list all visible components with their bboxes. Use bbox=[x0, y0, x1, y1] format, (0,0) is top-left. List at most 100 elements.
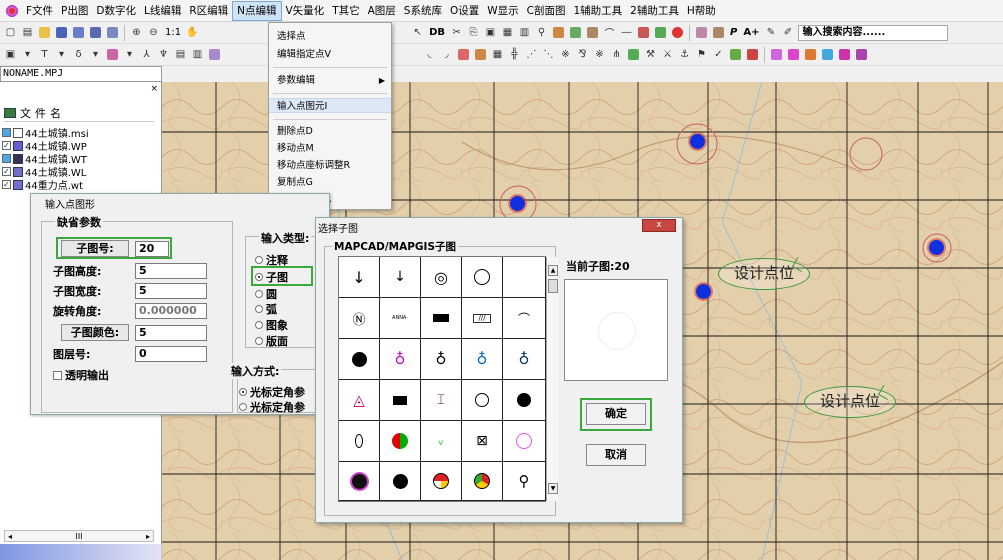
design-point-marker[interactable] bbox=[690, 134, 705, 149]
width-field[interactable]: 5 bbox=[135, 283, 207, 299]
open-folder-icon[interactable] bbox=[37, 25, 52, 40]
region-icon[interactable] bbox=[456, 47, 471, 62]
radio-circle[interactable] bbox=[239, 388, 247, 396]
hatch-icon[interactable]: ⋰ bbox=[524, 47, 539, 62]
menu-item-copy-point[interactable]: 复制点G bbox=[269, 175, 391, 190]
menu-item-param-edit[interactable]: 参数编辑 ▶ bbox=[269, 73, 391, 88]
fill5-icon[interactable]: ⚑ bbox=[694, 47, 709, 62]
subfig-cell[interactable] bbox=[380, 462, 421, 501]
search-input[interactable]: 输入搜索内容...... bbox=[797, 24, 948, 41]
layer-select-icon[interactable]: ▣ bbox=[3, 47, 18, 62]
menu-help[interactable]: H帮助 bbox=[683, 1, 720, 21]
save-as-icon[interactable] bbox=[88, 25, 103, 40]
dropdown-icon[interactable]: ▾ bbox=[122, 47, 137, 62]
image-icon[interactable] bbox=[568, 25, 583, 40]
type-radio-circle[interactable]: 圆 bbox=[255, 286, 277, 302]
subfig-cell[interactable]: ⚲ bbox=[503, 462, 546, 501]
subfig-cell[interactable]: ♁ bbox=[380, 339, 421, 380]
menu-point-edit[interactable]: N点编辑 bbox=[232, 0, 282, 21]
subfig-cell[interactable]: ♁ bbox=[421, 339, 462, 380]
subfig-cell[interactable]: ⊠ bbox=[462, 421, 503, 462]
marker-icon[interactable]: ✐ bbox=[781, 25, 796, 40]
menu-other[interactable]: T其它 bbox=[328, 1, 363, 21]
style4-icon[interactable] bbox=[820, 47, 835, 62]
subfig-cell[interactable] bbox=[503, 421, 546, 462]
node-icon[interactable]: ▤ bbox=[173, 47, 188, 62]
subfig-cell[interactable]: ANNA· bbox=[380, 298, 421, 339]
subfig-cell[interactable]: ◬ bbox=[339, 380, 380, 421]
tool-b-icon[interactable] bbox=[711, 25, 726, 40]
menu-tools-2[interactable]: 2辅助工具 bbox=[626, 1, 683, 21]
node-brush-icon[interactable] bbox=[207, 47, 222, 62]
copy-icon[interactable]: ⎘ bbox=[466, 25, 481, 40]
menu-item-move-adjust[interactable]: 移动点座标调整R bbox=[269, 158, 391, 173]
text-tool-icon[interactable]: T bbox=[37, 47, 52, 62]
hatch2-icon[interactable]: ⋱ bbox=[541, 47, 556, 62]
menu-item-select-point[interactable]: 选择点 bbox=[269, 29, 391, 44]
filter-icon[interactable]: ⚲ bbox=[534, 25, 549, 40]
mode-radio-2[interactable]: 光标定角参 bbox=[239, 399, 305, 415]
angle-field[interactable]: 0.000000 bbox=[135, 303, 207, 319]
subfig-cell[interactable]: ᵥ bbox=[421, 421, 462, 462]
menu-tools-1[interactable]: 1辅助工具 bbox=[569, 1, 626, 21]
mesh2-icon[interactable]: ╬ bbox=[507, 47, 522, 62]
menu-digitize[interactable]: D数字化 bbox=[92, 1, 140, 21]
radio-circle[interactable] bbox=[239, 403, 247, 411]
radio-circle[interactable] bbox=[255, 256, 263, 264]
style5-icon[interactable] bbox=[837, 47, 852, 62]
subfig-cell[interactable] bbox=[462, 462, 503, 501]
chart-icon[interactable] bbox=[551, 25, 566, 40]
panel-bottom-tabs[interactable] bbox=[0, 544, 162, 560]
fill7-icon[interactable] bbox=[728, 47, 743, 62]
file-item[interactable]: ✓ 44重力点.wt bbox=[2, 178, 83, 192]
close-icon[interactable]: × bbox=[150, 84, 158, 94]
scroll-right-icon[interactable]: ▸ bbox=[146, 532, 150, 541]
cut-icon[interactable]: ✂ bbox=[449, 25, 464, 40]
menu-profile[interactable]: C剖面图 bbox=[523, 1, 570, 21]
subfig-cell[interactable]: ⌒ bbox=[503, 298, 546, 339]
style1-icon[interactable] bbox=[769, 47, 784, 62]
pen-icon[interactable] bbox=[636, 25, 651, 40]
mapgis-app-icon[interactable] bbox=[5, 3, 19, 18]
menu-item-delete-point[interactable]: 删除点D bbox=[269, 124, 391, 139]
hatch3-icon[interactable]: ※ bbox=[558, 47, 573, 62]
radio-circle[interactable] bbox=[255, 290, 263, 298]
style3-icon[interactable] bbox=[803, 47, 818, 62]
color-field[interactable]: 5 bbox=[135, 325, 207, 341]
menu-line-edit[interactable]: L线编辑 bbox=[140, 1, 185, 21]
type-radio-image[interactable]: 图象 bbox=[255, 317, 288, 333]
subfig-cell[interactable]: ↓ bbox=[339, 257, 380, 298]
fill-icon[interactable] bbox=[626, 47, 641, 62]
curve-tool-icon[interactable]: ♆ bbox=[156, 47, 171, 62]
grid-icon[interactable]: ▥ bbox=[517, 25, 532, 40]
new-doc-icon[interactable]: ▤ bbox=[20, 25, 35, 40]
scroll-down-icon[interactable]: ▼ bbox=[548, 483, 558, 494]
menu-system-lib[interactable]: S系统库 bbox=[400, 1, 446, 21]
subfig-cell[interactable] bbox=[462, 380, 503, 421]
subfig-cell[interactable]: /// bbox=[462, 298, 503, 339]
subfig-cell[interactable] bbox=[339, 462, 380, 501]
subfig-cell[interactable] bbox=[503, 380, 546, 421]
save-icon[interactable] bbox=[54, 25, 69, 40]
zoom-out-icon[interactable]: ⊖ bbox=[146, 25, 161, 40]
subfig-cell[interactable]: ↓ bbox=[380, 257, 421, 298]
pencil-icon[interactable]: ✎ bbox=[764, 25, 779, 40]
subfig-color-button[interactable]: 子图颜色: bbox=[61, 324, 129, 341]
layer-checkbox[interactable]: ✓ bbox=[2, 180, 11, 189]
close-icon[interactable]: x bbox=[642, 219, 676, 232]
type-radio-layout[interactable]: 版面 bbox=[255, 333, 288, 349]
brush-tool-icon[interactable] bbox=[105, 47, 120, 62]
fill8-icon[interactable] bbox=[745, 47, 760, 62]
subfig-cell[interactable] bbox=[421, 298, 462, 339]
arrow-tool-icon[interactable]: ↖ bbox=[410, 25, 425, 40]
menu-region-edit[interactable]: R区编辑 bbox=[185, 1, 232, 21]
height-field[interactable]: 5 bbox=[135, 263, 207, 279]
layer-field[interactable]: 0 bbox=[135, 346, 207, 362]
style2-icon[interactable] bbox=[786, 47, 801, 62]
menu-display[interactable]: W显示 bbox=[483, 1, 522, 21]
fill4-icon[interactable]: ⚓ bbox=[677, 47, 692, 62]
table-icon[interactable]: ▦ bbox=[500, 25, 515, 40]
subfig-cell[interactable]: ◎ bbox=[421, 257, 462, 298]
pan-hand-icon[interactable]: ✋ bbox=[185, 25, 200, 40]
scroll-thumb[interactable]: III bbox=[75, 532, 82, 541]
